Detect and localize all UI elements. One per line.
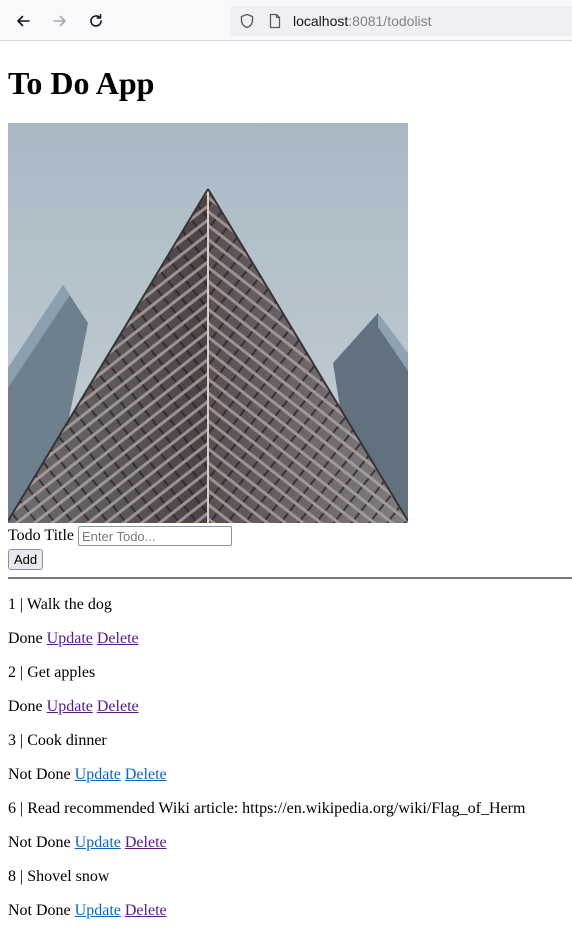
delete-link[interactable]: Delete — [125, 902, 167, 919]
todo-actions: Done Update Delete — [8, 629, 139, 649]
todo-item: 8 | Shovel snow Not Done Update Delete — [8, 865, 572, 933]
todo-status: Not Done — [8, 834, 71, 851]
todo-status: Done — [8, 630, 43, 647]
delete-link[interactable]: Delete — [97, 630, 139, 647]
todo-title: 8 | Shovel snow — [8, 868, 110, 885]
todo-item: 3 | Cook dinner Not Done Update Delete — [8, 729, 572, 797]
delete-link[interactable]: Delete — [125, 766, 167, 783]
todo-title: 2 | Get apples — [8, 664, 96, 681]
todo-title: 1 | Walk the dog — [8, 596, 112, 613]
update-link[interactable]: Update — [75, 834, 121, 851]
page-title: To Do App — [8, 65, 155, 101]
url-host: localhost — [293, 13, 349, 29]
todo-item: 1 | Walk the dog Done Update Delete — [8, 593, 572, 661]
address-bar[interactable]: localhost:8081/todolist — [230, 6, 572, 36]
update-link[interactable]: Update — [47, 630, 93, 647]
todo-status: Not Done — [8, 766, 71, 783]
delete-link[interactable]: Delete — [97, 698, 139, 715]
update-link[interactable]: Update — [75, 902, 121, 919]
building-photo — [8, 123, 408, 523]
todo-item: 2 | Get apples Done Update Delete — [8, 661, 572, 729]
todo-actions: Done Update Delete — [8, 697, 139, 717]
back-arrow-icon[interactable] — [10, 8, 36, 34]
todo-actions: Not Done Update Delete — [8, 765, 167, 785]
delete-link[interactable]: Delete — [125, 834, 167, 851]
forward-arrow-icon[interactable] — [47, 8, 73, 34]
add-button[interactable]: Add — [8, 549, 44, 570]
todo-title: 3 | Cook dinner — [8, 732, 107, 749]
browser-toolbar: localhost:8081/todolist — [0, 0, 572, 41]
shield-icon[interactable] — [239, 13, 255, 29]
url-path: :8081/todolist — [348, 13, 432, 29]
todo-title-input[interactable] — [78, 526, 233, 546]
divider — [8, 577, 572, 579]
page-icon[interactable] — [267, 13, 283, 29]
todo-status: Done — [8, 698, 43, 715]
todo-list: 1 | Walk the dog Done Update Delete 2 | … — [8, 593, 572, 933]
todo-status: Not Done — [8, 902, 71, 919]
reload-icon[interactable] — [83, 8, 109, 34]
todo-actions: Not Done Update Delete — [8, 901, 167, 921]
todo-form: Todo Title — [8, 526, 233, 546]
update-link[interactable]: Update — [47, 698, 93, 715]
url-text[interactable]: localhost:8081/todolist — [293, 13, 432, 29]
todo-actions: Not Done Update Delete — [8, 833, 167, 853]
update-link[interactable]: Update — [75, 766, 121, 783]
todo-title-label: Todo Title — [8, 527, 75, 544]
todo-title: 6 | Read recommended Wiki article: https… — [8, 800, 526, 817]
todo-item: 6 | Read recommended Wiki article: https… — [8, 797, 572, 865]
